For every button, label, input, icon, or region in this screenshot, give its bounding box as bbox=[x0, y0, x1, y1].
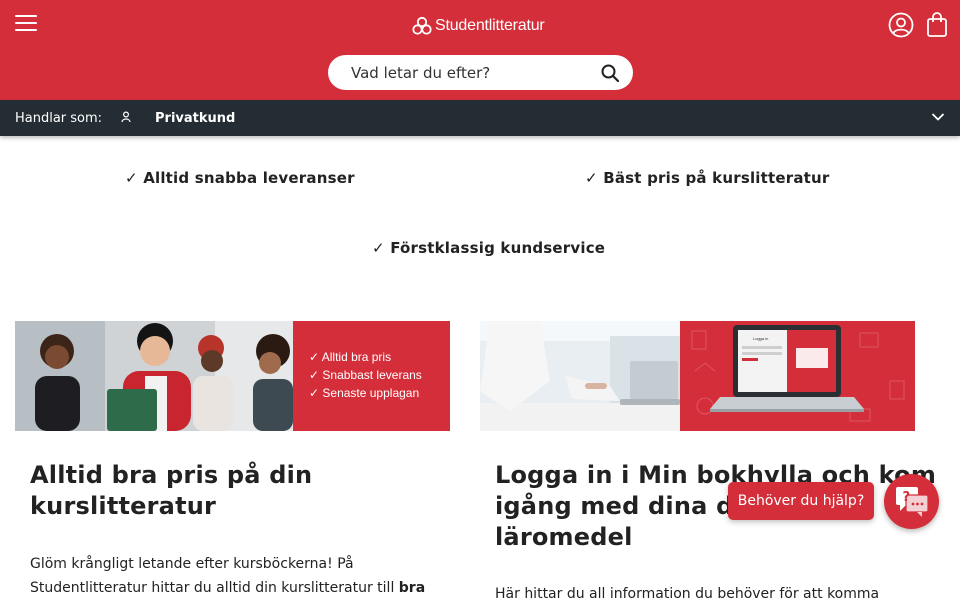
usp-fast-delivery: ✓ Alltid snabba leveranser bbox=[125, 169, 355, 187]
chat-help-icon: ? bbox=[896, 487, 929, 517]
studentlitteratur-logo-icon bbox=[412, 16, 432, 35]
help-chat-button[interactable]: ? bbox=[884, 474, 939, 529]
search-placeholder: Vad letar du efter? bbox=[351, 63, 491, 82]
laptop-banner-image[interactable]: Logga in bbox=[480, 321, 915, 431]
banner-line-edition: ✓ Senaste upplagan bbox=[309, 386, 419, 400]
students-banner-image[interactable]: ✓ Alltid bra pris ✓ Snabbast leverans ✓ … bbox=[15, 321, 450, 431]
card-text-price-line2: Studentlitteratur hittar du alltid din k… bbox=[30, 580, 426, 596]
card-text-price-bold: bra bbox=[398, 580, 426, 596]
laptop-photo-illustration: Logga in bbox=[480, 321, 915, 431]
help-question-mark: ? bbox=[903, 490, 911, 505]
account-icon[interactable] bbox=[888, 12, 914, 38]
card-text-login: Här hittar du all information du behöver… bbox=[495, 586, 880, 602]
user-icon bbox=[121, 111, 131, 123]
students-photo-illustration: ✓ Alltid bra pris ✓ Snabbast leverans ✓ … bbox=[15, 321, 450, 431]
laptop-screen-title: Logga in bbox=[753, 336, 768, 341]
search-icon[interactable] bbox=[601, 64, 619, 82]
customer-type-value: Privatkund bbox=[155, 110, 236, 126]
hamburger-menu-icon[interactable] bbox=[15, 15, 37, 35]
brand-logo[interactable]: Studentlitteratur bbox=[412, 14, 545, 38]
card-title-price: Alltid bra pris på din kurslitteratur bbox=[30, 460, 312, 522]
shopping-as-label: Handlar som: bbox=[15, 110, 103, 126]
usp-customer-service: ✓ Förstklassig kundservice bbox=[372, 239, 606, 257]
search-input[interactable]: Vad letar du efter? bbox=[328, 55, 633, 90]
brand-name: Studentlitteratur bbox=[435, 17, 545, 34]
banner-line-delivery: ✓ Snabbast leverans bbox=[309, 368, 422, 382]
card-title-login-line3: läromedel bbox=[495, 523, 633, 551]
help-button[interactable]: Behöver du hjälp? bbox=[728, 482, 874, 520]
card-title-price-line1: Alltid bra pris på din bbox=[30, 461, 313, 489]
card-text-price: Glöm krångligt letande efter kursböckern… bbox=[30, 552, 425, 600]
chevron-down-icon[interactable] bbox=[931, 112, 945, 122]
card-title-price-line2: kurslitteratur bbox=[30, 492, 217, 520]
customer-type-selector[interactable]: Handlar som: Privatkund bbox=[0, 100, 960, 136]
banner-line-price: ✓ Alltid bra pris bbox=[309, 350, 391, 364]
site-header: Studentlitteratur Vad letar du efter? bbox=[0, 0, 960, 100]
card-text-price-line1: Glöm krångligt letande efter kursböckern… bbox=[30, 556, 354, 572]
usp-best-price: ✓ Bäst pris på kurslitteratur bbox=[585, 169, 830, 187]
shopping-bag-icon[interactable] bbox=[926, 12, 948, 38]
